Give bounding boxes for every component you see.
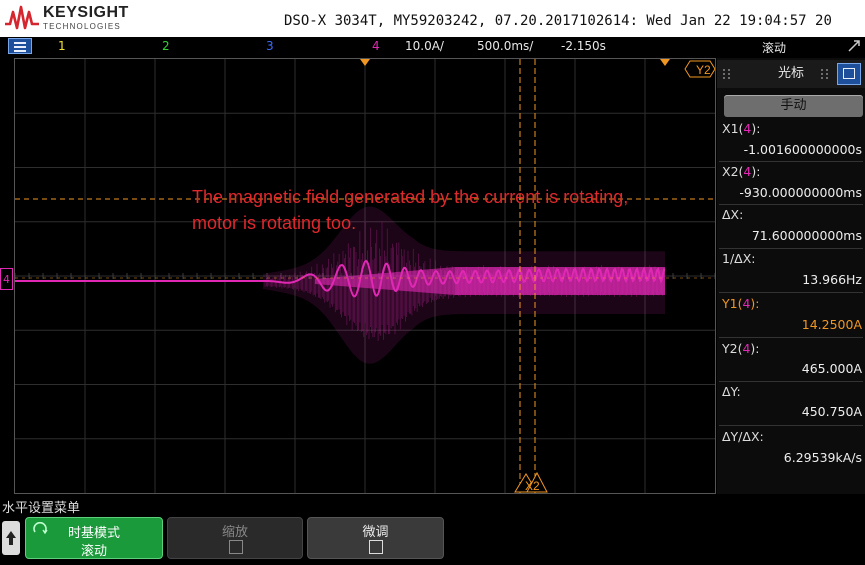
- fine-adjust-label: 微调: [362, 525, 389, 540]
- delta-y-over-delta-x-label: ΔY/ΔX:: [722, 429, 764, 444]
- timebase-scale: 500.0ms/: [477, 39, 534, 53]
- x2-value: -930.000000000ms: [739, 185, 862, 200]
- menu-title: 水平设置菜单: [2, 501, 81, 516]
- x2-cursor-label: X2: [525, 479, 540, 493]
- delta-x-value: 71.600000000ms: [751, 228, 862, 243]
- status-bar: 1 2 3 4 10.0A/ 500.0ms/ -2.150s 滚动: [0, 37, 865, 57]
- zoom-softkey[interactable]: 缩放: [167, 517, 303, 559]
- delta-y-over-delta-x-value: 6.29539kA/s: [783, 450, 862, 465]
- trigger-marker-icon: [360, 59, 370, 66]
- drag-handle-icon[interactable]: [722, 68, 732, 80]
- channel-4-ground-marker[interactable]: 4: [0, 268, 13, 290]
- time-delay: -2.150s: [561, 39, 606, 53]
- x1-value: -1.001600000000s: [743, 142, 862, 157]
- cursor-mode-button[interactable]: 手动: [724, 95, 863, 117]
- waveform-svg: Y2 X2: [14, 59, 716, 493]
- channel-1-indicator[interactable]: 1: [58, 39, 66, 53]
- x1-label: X1(4):: [722, 121, 761, 136]
- annotation-line-1: The magnetic field generated by the curr…: [192, 187, 629, 207]
- waveform-display[interactable]: Y2 X2 The magnetic field generated by the…: [14, 58, 716, 494]
- instrument-info: DSO-X 3034T, MY59203242, 07.20.201710261…: [284, 13, 832, 29]
- brand-subtitle: TECHNOLOGIES: [43, 22, 121, 31]
- inverse-delta-x-label: 1/ΔX:: [722, 251, 756, 266]
- delta-x-label: ΔX:: [722, 207, 744, 222]
- trigger-marker-icon: [660, 59, 670, 66]
- delta-y-value: 450.750A: [801, 404, 862, 419]
- keysight-logo-icon: [5, 5, 39, 30]
- brand-name: KEYSIGHT: [43, 4, 129, 21]
- timebase-mode-softkey[interactable]: 时基模式 滚动: [25, 517, 163, 559]
- menu-icon[interactable]: [8, 38, 32, 54]
- vertical-scale: 10.0A/: [405, 39, 444, 53]
- acquisition-mode: 滚动: [762, 41, 787, 55]
- delta-y-label: ΔY:: [722, 384, 741, 399]
- menu-back-button[interactable]: [2, 521, 20, 555]
- y1-value: 14.2500A: [801, 317, 862, 332]
- x2-label: X2(4):: [722, 164, 761, 179]
- annotation-text: The magnetic field generated by the curr…: [192, 184, 628, 236]
- y2-cursor-label: Y2: [696, 63, 711, 77]
- inverse-delta-x-value: 13.966Hz: [802, 272, 862, 287]
- zoom-label: 缩放: [221, 525, 248, 540]
- y1-label: Y1(4):: [722, 296, 760, 311]
- arrow-up-icon: [6, 531, 16, 545]
- timebase-mode-label: 时基模式: [67, 526, 120, 541]
- channel-3-indicator[interactable]: 3: [266, 39, 274, 53]
- fine-adjust-checkbox[interactable]: [369, 540, 383, 554]
- header-bar: KEYSIGHT TECHNOLOGIES DSO-X 3034T, MY592…: [0, 0, 865, 37]
- drag-handle-icon[interactable]: [820, 68, 830, 80]
- panel-menu-icon[interactable]: [837, 63, 861, 85]
- annotation-line-2: motor is rotating too.: [192, 213, 357, 233]
- zoom-checkbox[interactable]: [229, 540, 243, 554]
- expand-icon[interactable]: [846, 38, 862, 54]
- channel-2-indicator[interactable]: 2: [162, 39, 170, 53]
- fine-adjust-softkey[interactable]: 微调: [307, 517, 444, 559]
- channel-4-indicator[interactable]: 4: [372, 39, 380, 53]
- cursor-panel: 光标 手动 X1(4): -1.001600000000s X2(4): -93…: [717, 58, 865, 494]
- y2-label: Y2(4):: [722, 341, 760, 356]
- y2-value: 465.000A: [801, 361, 862, 376]
- timebase-mode-value: 滚动: [80, 544, 107, 559]
